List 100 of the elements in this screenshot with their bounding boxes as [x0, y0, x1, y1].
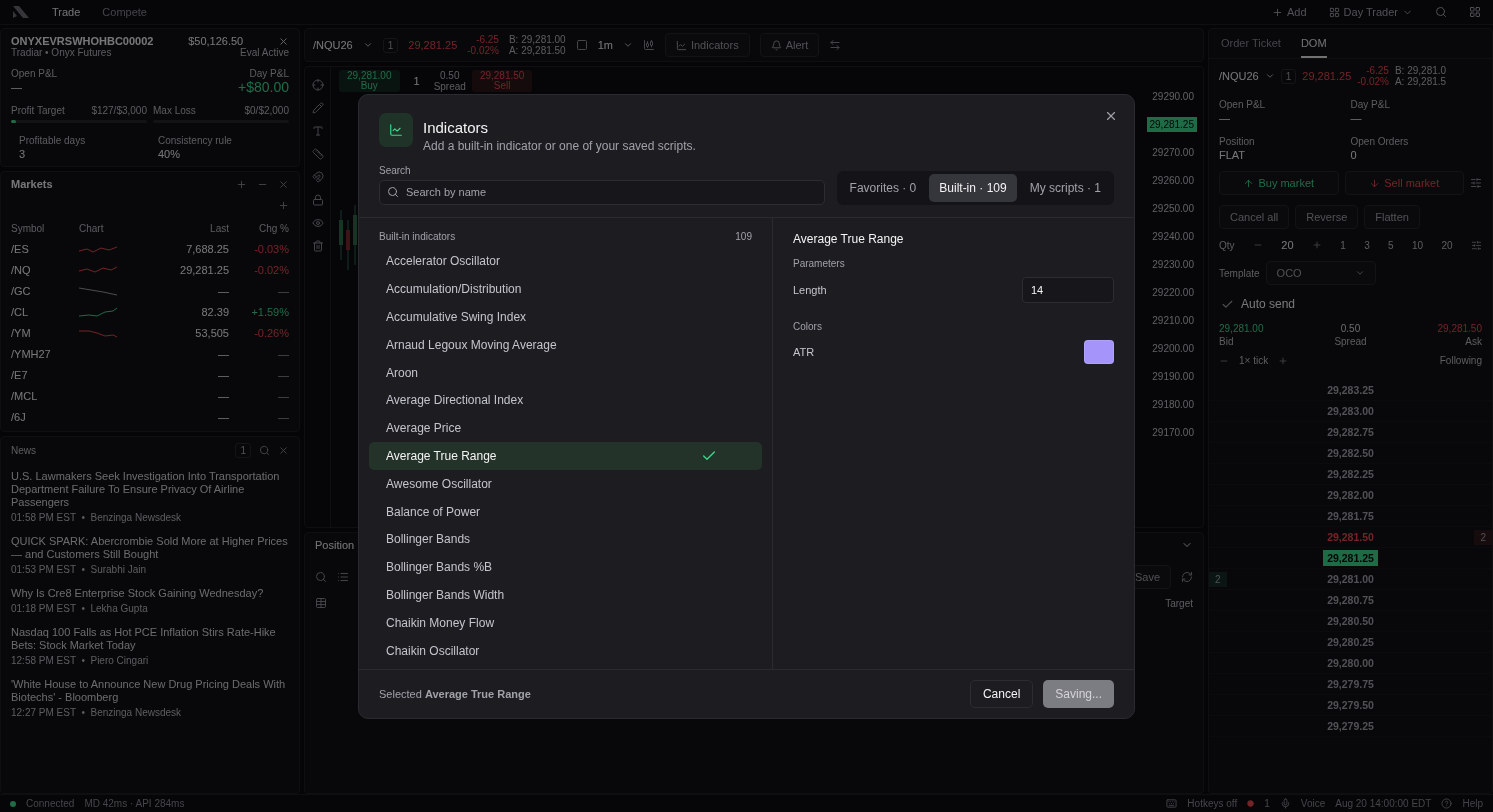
add-icon[interactable]	[278, 200, 289, 211]
ladder-price[interactable]: 29,283.25	[1323, 382, 1378, 398]
symbol-cell[interactable]: /YM	[11, 327, 79, 339]
search-field[interactable]: Search by name	[379, 179, 825, 205]
nav-tab[interactable]: Trade	[52, 6, 81, 18]
symbol-cell[interactable]: /NQ	[11, 264, 79, 276]
eye-icon[interactable]	[311, 217, 324, 229]
sell-market-button[interactable]: Sell market	[1344, 171, 1464, 195]
saving-button[interactable]: Saving...	[1043, 679, 1114, 708]
news-headline[interactable]: Why Is Cre8 Enterprise Stock Gaining Wednesday?	[11, 587, 289, 600]
layout-select[interactable]: Day Trader	[1328, 6, 1413, 18]
symbol-select[interactable]: /NQU26	[1219, 70, 1259, 82]
hotkeys-status[interactable]: Hotkeys off	[1187, 798, 1238, 809]
filter-tab[interactable]: Favorites · 0	[839, 173, 927, 202]
filter-tab[interactable]: Built-in · 109	[929, 173, 1017, 202]
ladder-price[interactable]: 29,280.25	[1323, 634, 1378, 650]
close-icon[interactable]	[278, 445, 289, 456]
crosshair-icon[interactable]	[311, 79, 324, 91]
ladder-price[interactable]: 29,280.75	[1323, 592, 1378, 608]
indicator-item[interactable]: Bollinger Bands Width	[369, 581, 762, 609]
ladder-price[interactable]: 29,282.25	[1323, 466, 1378, 482]
plus-icon[interactable]	[1278, 355, 1289, 366]
symbol-cell[interactable]: /E7	[11, 369, 79, 381]
indicator-item[interactable]: Accelerator Oscillator	[369, 247, 762, 276]
indicator-item[interactable]: Accumulative Swing Index	[369, 303, 762, 331]
indicator-item[interactable]: Bollinger Bands	[369, 525, 762, 554]
ladder-price[interactable]: 29,281.50	[1323, 529, 1378, 545]
qty-preset[interactable]: 10	[1412, 239, 1424, 251]
color-swatch[interactable]	[1084, 339, 1114, 364]
magnet-icon[interactable]	[311, 171, 324, 183]
cancel-button[interactable]: Cancel	[969, 679, 1034, 708]
indicator-item[interactable]: Aroon	[369, 358, 762, 387]
indicator-item[interactable]: Average Directional Index	[369, 386, 762, 415]
indicator-item[interactable]: Chaikin Oscillator	[369, 636, 762, 665]
indicator-item[interactable]: Arnaud Legoux Moving Average	[369, 330, 762, 359]
trash-icon[interactable]	[311, 240, 324, 252]
action-button[interactable]: Reverse	[1295, 205, 1359, 229]
list-icon[interactable]	[337, 571, 349, 583]
panel-tab[interactable]: DOM	[1300, 37, 1327, 58]
close-icon[interactable]	[278, 178, 289, 190]
ladder-price[interactable]: 29,280.00	[1323, 655, 1378, 671]
search-icon[interactable]	[1435, 6, 1447, 18]
interval-select[interactable]: 1m	[597, 39, 613, 51]
nav-tab[interactable]: Compete	[102, 6, 147, 18]
parameter-input[interactable]: 14	[1022, 276, 1114, 303]
square-icon[interactable]	[575, 39, 588, 51]
symbol-cell[interactable]: /ES	[11, 243, 79, 255]
template-select[interactable]: OCO	[1265, 261, 1376, 285]
ladder-price[interactable]: 29,281.25	[1323, 550, 1378, 566]
buy-market-button[interactable]: Buy market	[1219, 171, 1339, 195]
qty-field[interactable]: 1	[1280, 68, 1297, 84]
symbol-cell[interactable]: /6J	[11, 411, 79, 423]
settings-icon[interactable]	[1470, 177, 1482, 189]
symbol-cell[interactable]: /CL	[11, 306, 79, 318]
news-headline[interactable]: Nasdaq 100 Falls as Hot PCE Inflation Stirs Rate-Hike Bets: Stock Market Today	[11, 626, 289, 652]
ladder-price[interactable]: 29,282.00	[1323, 487, 1378, 503]
qty-preset[interactable]: 20	[1441, 239, 1453, 251]
ladder-price[interactable]: 29,279.75	[1323, 676, 1378, 692]
voice-toggle[interactable]: Voice	[1300, 798, 1326, 809]
indicator-item[interactable]: Bollinger Bands %B	[369, 553, 762, 582]
ladder-price[interactable]: 29,280.50	[1323, 613, 1378, 629]
ladder-price[interactable]: 29,283.00	[1323, 403, 1378, 419]
indicators-button[interactable]: Indicators	[664, 33, 750, 57]
symbol-cell[interactable]: /YMH27	[11, 348, 79, 360]
news-headline[interactable]: 'White House to Announce New Drug Pricing Deals With Biotechs' - Bloomberg	[11, 678, 289, 704]
lock-icon[interactable]	[311, 194, 324, 206]
text-icon[interactable]	[311, 125, 324, 137]
action-button[interactable]: Cancel all	[1219, 205, 1290, 229]
ladder-price[interactable]: 29,281.00	[1323, 571, 1378, 587]
ruler-icon[interactable]	[311, 148, 324, 160]
news-headline[interactable]: QUICK SPARK: Abercrombie Sold More at Higher Prices — and Customers Still Bought	[11, 535, 289, 561]
news-headline[interactable]: U.S. Lawmakers Seek Investigation Into Transportation Department Failure To Ensure Privacy Of Airline Passengers	[11, 470, 289, 509]
indicator-item[interactable]: Average Price	[369, 414, 762, 443]
indicator-item[interactable]: Average True Range	[369, 442, 762, 470]
plus-icon[interactable]	[1311, 240, 1322, 250]
qty-field[interactable]: 1	[382, 37, 399, 53]
symbol-select[interactable]: /NQU26	[313, 39, 353, 51]
action-button[interactable]: Flatten	[1364, 205, 1420, 229]
swap-icon[interactable]	[829, 39, 842, 51]
candlestick-icon[interactable]	[642, 39, 655, 51]
qty-preset[interactable]: 1	[1340, 239, 1346, 251]
help-link[interactable]: Help	[1462, 798, 1483, 809]
symbol-cell[interactable]: /GC	[11, 285, 79, 297]
qty-preset[interactable]: 3	[1364, 239, 1370, 251]
pencil-icon[interactable]	[311, 102, 324, 114]
refresh-icon[interactable]	[1181, 571, 1193, 583]
ladder-price[interactable]: 29,279.50	[1323, 697, 1378, 713]
close-icon[interactable]	[278, 35, 289, 47]
grid-icon[interactable]	[1469, 6, 1481, 18]
ladder-price[interactable]: 29,279.25	[1323, 718, 1378, 734]
qty-preset[interactable]: 5	[1388, 239, 1394, 251]
indicator-item[interactable]: Awesome Oscillator	[369, 469, 762, 498]
filter-tab[interactable]: My scripts · 1	[1019, 173, 1111, 202]
settings-icon[interactable]	[1471, 239, 1482, 251]
search-icon[interactable]	[259, 445, 270, 456]
search-icon[interactable]	[315, 571, 327, 583]
indicator-item[interactable]: Balance of Power	[369, 497, 762, 526]
ladder-price[interactable]: 29,281.75	[1323, 508, 1378, 524]
indicator-item[interactable]: Accumulation/Distribution	[369, 275, 762, 304]
add-button[interactable]: Add	[1272, 6, 1307, 18]
